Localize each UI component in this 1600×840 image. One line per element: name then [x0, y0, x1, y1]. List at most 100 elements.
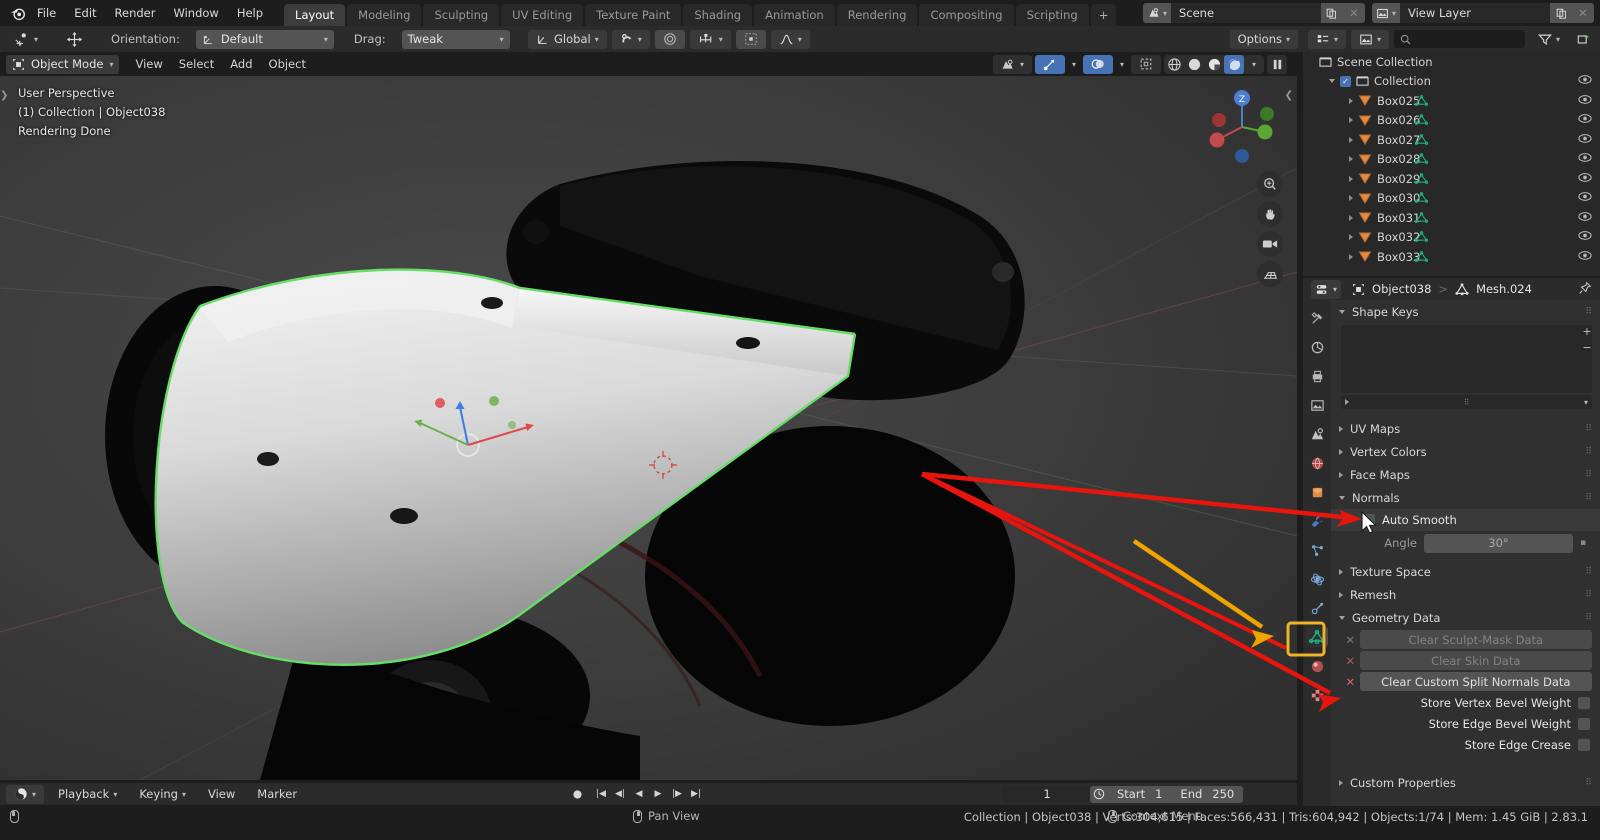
outliner-row[interactable]: Box029: [1303, 169, 1600, 189]
menu-edit[interactable]: Edit: [65, 3, 105, 23]
disclosure-triangle-icon[interactable]: [1349, 253, 1353, 260]
viewport-menu-add[interactable]: Add: [224, 55, 258, 73]
outliner-row[interactable]: Box031: [1303, 208, 1600, 228]
eye-visibility-icon[interactable]: [1578, 113, 1592, 127]
remove-viewlayer-button[interactable]: ✕: [1572, 3, 1594, 23]
outliner-tree[interactable]: Scene Collection ✓ Collection Box025 Box026 B…: [1303, 52, 1600, 267]
properties-editor-type-button[interactable]: ▾: [1311, 279, 1342, 299]
timeline-menu-view[interactable]: View: [200, 785, 243, 804]
camera-view-button[interactable]: [1257, 231, 1283, 257]
eye-visibility-icon[interactable]: [1578, 172, 1592, 186]
shading-rendered-button[interactable]: [1224, 54, 1244, 74]
outliner-row[interactable]: ✓ Collection: [1303, 72, 1600, 92]
disclosure-triangle-icon[interactable]: [1349, 97, 1353, 104]
mesh-data-icon[interactable]: [1415, 133, 1428, 146]
breadcrumb-object-name[interactable]: Object038: [1372, 282, 1431, 296]
xray-toggle[interactable]: [1131, 54, 1161, 74]
viewport-options-dropdown[interactable]: Options ▾: [1229, 29, 1298, 49]
frame-end-field[interactable]: End 250: [1171, 787, 1243, 801]
mesh-data-icon[interactable]: [1415, 172, 1428, 185]
menu-help[interactable]: Help: [228, 3, 272, 23]
properties-tab-material[interactable]: [1306, 656, 1328, 676]
workspace-tab-compositing[interactable]: Compositing: [919, 4, 1014, 26]
properties-tab-output[interactable]: [1306, 366, 1328, 386]
workspace-tab-scripting[interactable]: Scripting: [1015, 4, 1089, 26]
workspace-tab-animation[interactable]: Animation: [754, 4, 835, 26]
scene-selector[interactable]: ▾ Scene ✕: [1142, 3, 1365, 23]
store-vertex-bevel-weight-checkbox[interactable]: [1578, 696, 1590, 709]
panel-header-shape-keys[interactable]: Shape Keys ⠿: [1331, 300, 1600, 323]
mesh-data-icon[interactable]: [1415, 211, 1428, 224]
move-tool-icon[interactable]: [58, 30, 91, 49]
workspace-tab-texture-paint[interactable]: Texture Paint: [585, 4, 682, 26]
properties-tab-strip[interactable]: [1303, 300, 1331, 806]
eye-visibility-icon[interactable]: [1578, 94, 1592, 108]
gizmo-toggle[interactable]: [1034, 54, 1065, 74]
store-vertex-bevel-weight-row[interactable]: Store Vertex Bevel Weight: [1331, 692, 1600, 713]
shading-solid-button[interactable]: [1184, 55, 1204, 74]
clear-skin-data-row[interactable]: ✕ Clear Skin Data: [1331, 650, 1600, 671]
active-tool-icon[interactable]: ▾: [6, 30, 46, 49]
outliner-row[interactable]: Box030: [1303, 189, 1600, 209]
current-frame-field[interactable]: 1: [1002, 785, 1092, 803]
disclosure-triangle-icon[interactable]: [1329, 79, 1335, 84]
properties-tab-view-layer[interactable]: [1306, 395, 1328, 415]
viewlayer-name[interactable]: View Layer: [1400, 3, 1550, 23]
blender-logo-icon[interactable]: [6, 2, 28, 24]
disclosure-triangle-icon[interactable]: [1349, 175, 1353, 182]
disclosure-triangle-icon[interactable]: [1349, 214, 1353, 221]
properties-tab-data[interactable]: [1306, 627, 1328, 647]
scene-icon[interactable]: ▾: [1142, 3, 1171, 23]
panel-header-geometry-data[interactable]: Geometry Data ⠿: [1331, 606, 1600, 629]
mesh-data-icon[interactable]: [1415, 231, 1428, 243]
store-edge-bevel-weight-row[interactable]: Store Edge Bevel Weight: [1331, 713, 1600, 734]
drag-dropdown[interactable]: Tweak ▾: [401, 29, 510, 49]
angle-decorator-icon[interactable]: ▪: [1580, 538, 1590, 548]
properties-tab-modifiers[interactable]: [1306, 511, 1328, 531]
timeline-editor-type-button[interactable]: ▾: [6, 784, 45, 804]
eye-visibility-icon[interactable]: [1578, 74, 1592, 88]
add-workspace-button[interactable]: +: [1090, 4, 1117, 26]
outliner-row[interactable]: Box027: [1303, 130, 1600, 150]
overlays-dropdown[interactable]: ▾: [1116, 55, 1128, 74]
snap-toggle[interactable]: ▾: [611, 29, 650, 49]
auto-keying-button[interactable]: [566, 787, 588, 801]
eye-visibility-icon[interactable]: [1578, 191, 1592, 205]
play-reverse-button[interactable]: ◀: [630, 786, 648, 803]
object-type-visibility-dropdown[interactable]: ▾: [992, 54, 1032, 74]
viewport-menu-select[interactable]: Select: [173, 55, 220, 73]
workspace-tab-sculpting[interactable]: Sculpting: [423, 4, 500, 26]
properties-panel-content[interactable]: Shape Keys ⠿ + − ⠿ ▾ UV Maps ⠿ Vertex Co…: [1331, 300, 1600, 806]
shape-keys-menu-icon[interactable]: ▾: [1584, 398, 1588, 407]
breadcrumb-data-name[interactable]: Mesh.024: [1476, 282, 1532, 296]
timeline-menu-playback[interactable]: Playback ▾: [50, 785, 125, 804]
workspace-tab-uv-editing[interactable]: UV Editing: [501, 4, 584, 26]
properties-tab-world[interactable]: [1306, 453, 1328, 473]
properties-tab-texture[interactable]: [1306, 685, 1328, 705]
shape-keys-list[interactable]: + −: [1341, 325, 1592, 393]
new-scene-button[interactable]: [1320, 3, 1343, 23]
use-preview-range-button[interactable]: [1090, 786, 1108, 803]
outliner-editor-type-button[interactable]: ▾: [1308, 29, 1347, 49]
menu-render[interactable]: Render: [106, 3, 165, 23]
auto-smooth-angle-row[interactable]: Angle 30° ▪: [1331, 532, 1600, 554]
eye-visibility-icon[interactable]: [1578, 133, 1592, 147]
panel-header-face-maps[interactable]: Face Maps ⠿: [1331, 463, 1600, 486]
workspace-tab-rendering[interactable]: Rendering: [836, 4, 918, 26]
clear-custom-split-normals-row[interactable]: ✕ Clear Custom Split Normals Data: [1331, 671, 1600, 692]
zoom-view-button[interactable]: [1257, 171, 1283, 197]
store-edge-crease-checkbox[interactable]: [1578, 738, 1590, 751]
timeline-menu-marker[interactable]: Marker: [249, 785, 305, 804]
outliner-new-collection-button[interactable]: [1573, 30, 1595, 49]
panel-header-remesh[interactable]: Remesh ⠿: [1331, 583, 1600, 606]
disclosure-triangle-icon[interactable]: [1349, 234, 1353, 241]
viewport-pause-button[interactable]: [1267, 54, 1287, 74]
eye-visibility-icon[interactable]: [1578, 211, 1592, 225]
store-edge-bevel-weight-checkbox[interactable]: [1578, 717, 1590, 730]
outliner-row[interactable]: Box028: [1303, 150, 1600, 170]
transform-orientation-dropdown[interactable]: Global ▾: [528, 29, 607, 49]
auto-smooth-row[interactable]: Auto Smooth: [1331, 509, 1600, 531]
shape-key-add-button[interactable]: +: [1582, 325, 1591, 338]
properties-tab-physics[interactable]: [1306, 569, 1328, 589]
shape-keys-specials-icon[interactable]: [1345, 399, 1349, 405]
